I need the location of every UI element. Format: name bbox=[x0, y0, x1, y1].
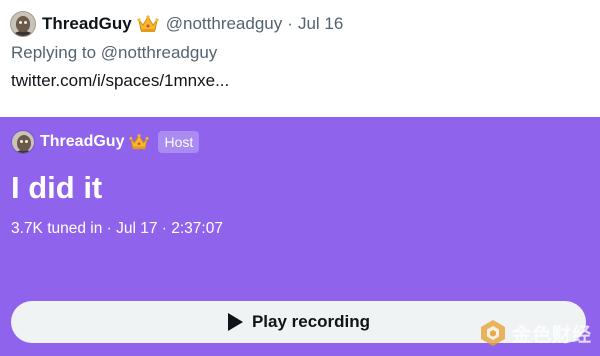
author-handle[interactable]: @notthreadguy bbox=[166, 14, 283, 34]
space-link[interactable]: twitter.com/i/spaces/1mnxe... bbox=[11, 71, 229, 91]
avatar-icon[interactable] bbox=[11, 130, 35, 154]
replying-prefix: Replying to bbox=[11, 43, 97, 62]
watermark-text: 金色财经 bbox=[511, 324, 592, 346]
watermark: 金色财经 bbox=[478, 318, 592, 348]
space-title: I did it bbox=[11, 170, 103, 205]
replying-to: Replying to @notthreadguy bbox=[11, 43, 217, 63]
replying-mention[interactable]: @notthreadguy bbox=[101, 43, 218, 62]
crown-icon bbox=[129, 134, 150, 150]
separator-dot: · bbox=[287, 14, 293, 33]
host-name: ThreadGuy bbox=[40, 133, 125, 150]
tweet-header: ThreadGuy @notthreadguy · Jul 16 bbox=[10, 10, 343, 38]
avatar-icon[interactable] bbox=[10, 11, 36, 37]
watermark-logo-icon bbox=[480, 320, 505, 346]
host-badge: Host bbox=[158, 131, 200, 153]
play-recording-label: Play recording bbox=[251, 312, 371, 331]
space-host: ThreadGuy Host bbox=[11, 129, 200, 155]
author-name[interactable]: ThreadGuy bbox=[42, 14, 132, 34]
space-meta: 3.7K tuned in · Jul 17 · 2:37:07 bbox=[11, 220, 223, 237]
tweet: ThreadGuy @notthreadguy · Jul 16 Replyin… bbox=[0, 0, 600, 117]
crown-icon bbox=[137, 15, 159, 32]
tweet-date[interactable]: Jul 16 bbox=[298, 14, 343, 34]
play-icon bbox=[227, 313, 243, 331]
